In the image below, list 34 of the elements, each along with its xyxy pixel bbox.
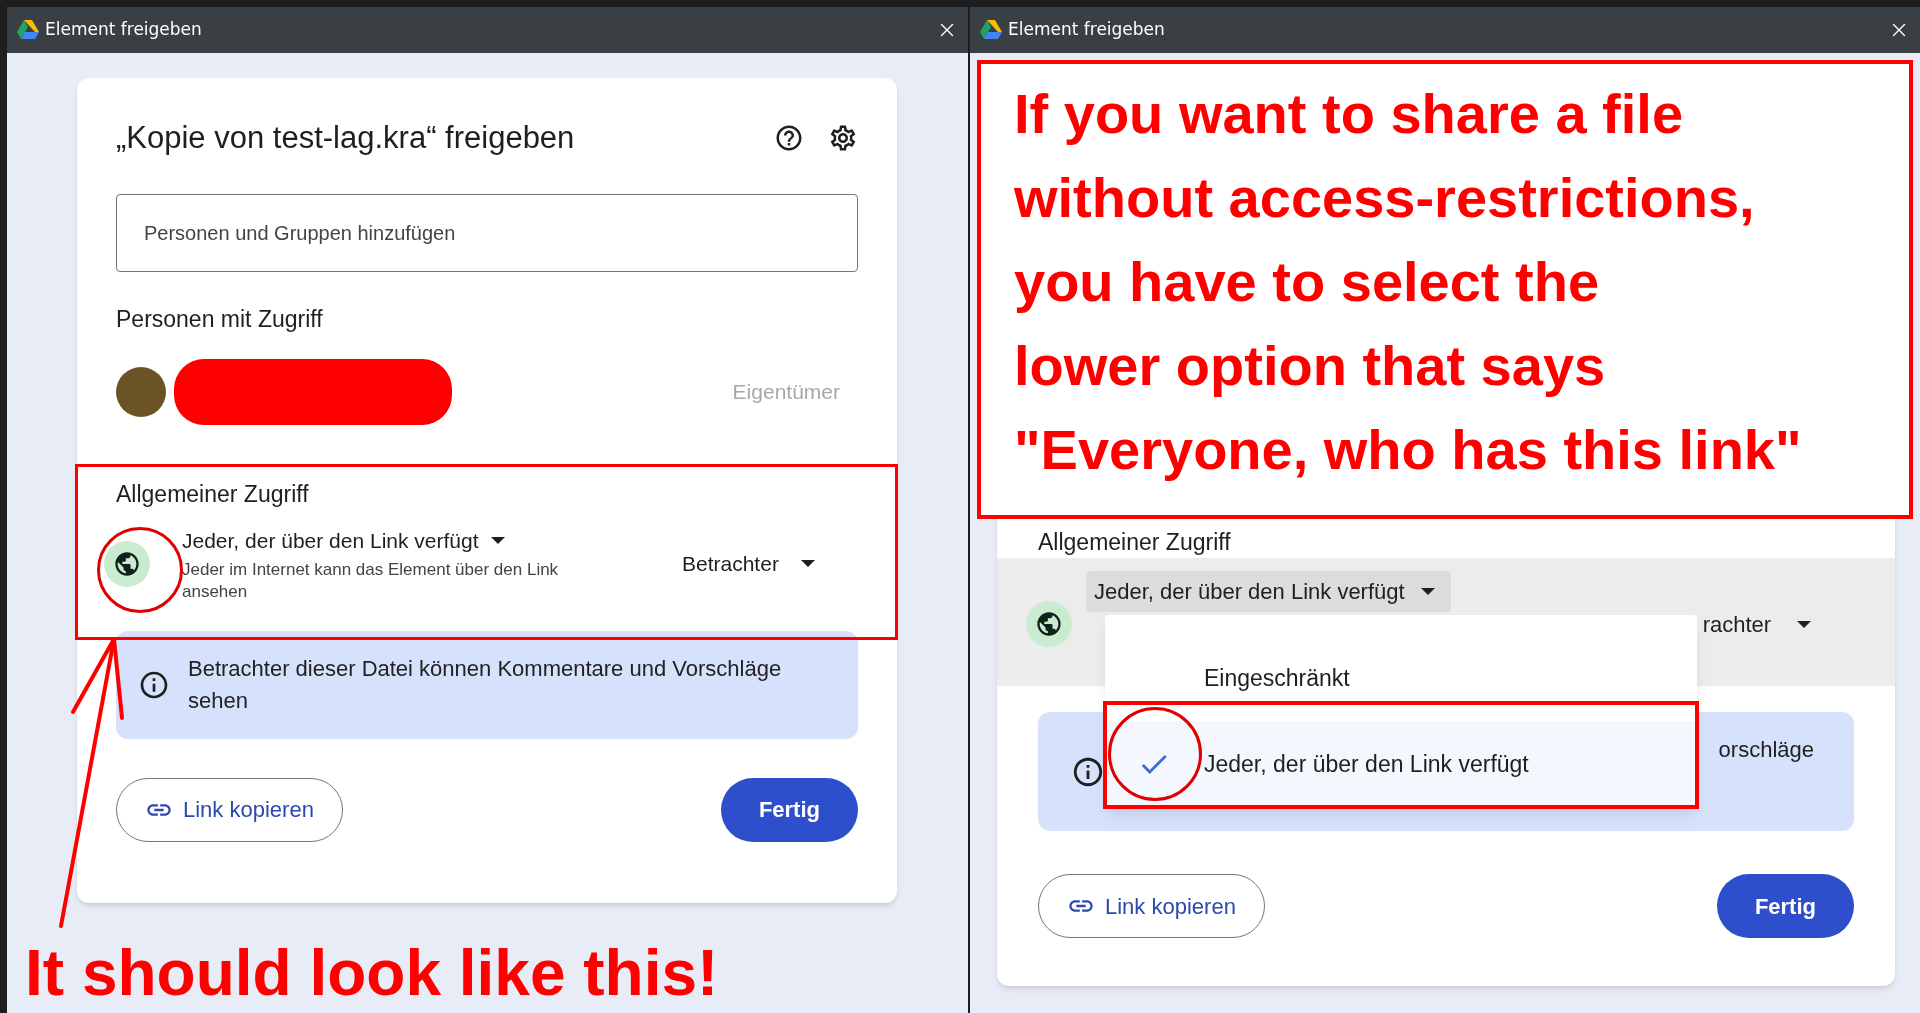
info-text: Betrachter dieser Datei können Kommentare und Vorschläge sehen (188, 654, 783, 715)
done-button[interactable]: Fertig (720, 777, 858, 842)
annotation-text: you have to select the (1014, 249, 1600, 315)
annotation-text: without access-restrictions, (1014, 165, 1755, 231)
caret-icon (490, 537, 505, 545)
caret-icon (1797, 621, 1812, 628)
annotation-text: If you want to share a file (1014, 81, 1684, 147)
info-text: orschläge (1718, 736, 1814, 764)
caret-icon (1420, 588, 1435, 595)
access-scope-dropdown[interactable]: Jeder, der über den Link verfügt (182, 525, 505, 557)
app-logo-icon (980, 20, 1002, 40)
owner-role: Eigentümer (732, 378, 840, 405)
section-heading: Personen mit Zugriff (116, 305, 324, 334)
app-logo-icon (17, 20, 39, 40)
settings-icon[interactable] (828, 123, 858, 153)
access-scope-dropdown[interactable]: Jeder, der über den Link verfügt (1086, 571, 1451, 612)
help-icon[interactable] (774, 123, 804, 153)
menu-item[interactable]: Jeder, der über den Link verfügt (1105, 721, 1697, 807)
annotation-text: It should look like this! (25, 936, 719, 1011)
role-dropdown[interactable]: rachter (1702, 608, 1812, 641)
annotation-text: lower option that says (1014, 333, 1606, 399)
window-title: Element freigeben (45, 18, 202, 42)
caret-icon (800, 560, 815, 568)
avatar (116, 366, 166, 417)
window-title: Element freigeben (1008, 18, 1165, 42)
done-button[interactable]: Fertig (1716, 874, 1854, 938)
dialog-title: „Kopie von test-lag.kra“ freigeben (116, 118, 576, 157)
role-dropdown[interactable]: Betrachter (682, 548, 815, 580)
add-people-field[interactable]: Personen und Gruppen hinzufügen (116, 194, 858, 272)
globe-icon (1026, 601, 1072, 647)
section-heading: Allgemeiner Zugriff (116, 479, 310, 509)
section-heading: Allgemeiner Zugriff (1037, 528, 1232, 553)
globe-icon (104, 540, 150, 587)
annotation-text: "Everyone, who has this link" (1014, 417, 1802, 483)
